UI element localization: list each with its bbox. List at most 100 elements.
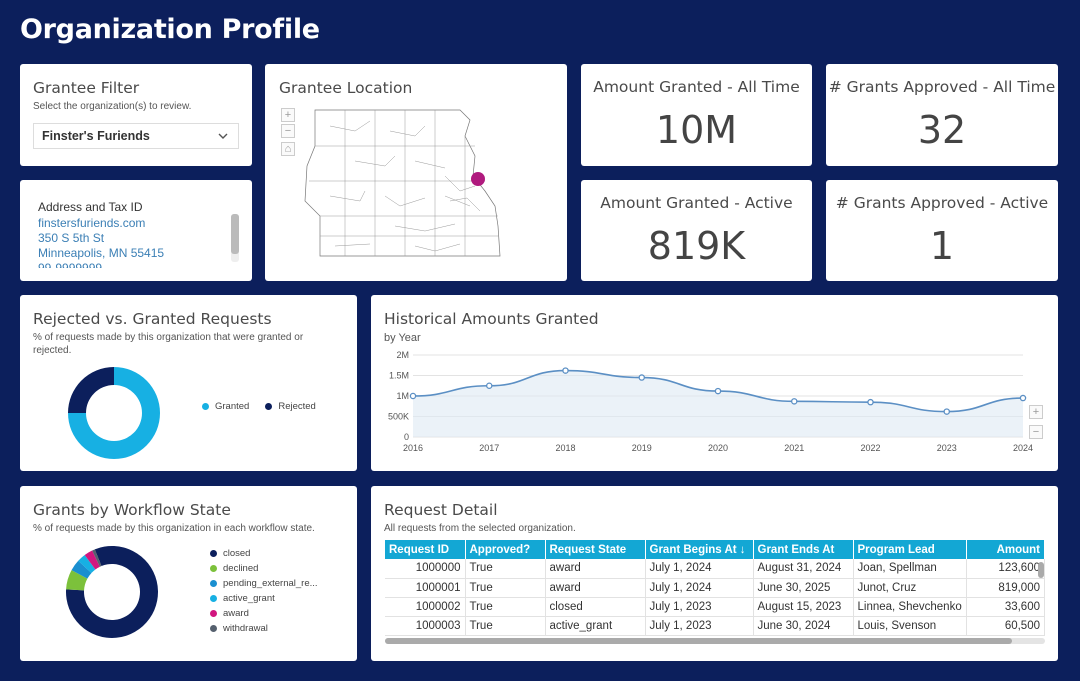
chart-zoom-out-button[interactable]: − [1029,425,1043,439]
table-horizontal-scrollbar[interactable] [385,637,1045,644]
column-header-amount[interactable]: Amount [966,540,1046,559]
chart-zoom-in-button[interactable]: + [1029,405,1043,419]
legend-pending-external-swatch [210,580,217,587]
cell-grant-ends: August 31, 2024 [753,559,854,579]
workflow-card: Grants by Workflow State % of requests m… [20,486,357,661]
table-vertical-scrollbar[interactable] [1038,562,1044,578]
cell-request-state: award [545,559,646,579]
kpi-grants-active-value: 1 [929,224,955,268]
legend-award-swatch [210,610,217,617]
legend-closed[interactable]: closed [210,548,318,559]
grantee-filter-card: Grantee Filter Select the organization(s… [20,64,252,166]
data-point[interactable] [790,398,798,405]
cell-request-state: award [545,578,646,598]
rejected-granted-card: Rejected vs. Granted Requests % of reque… [20,295,357,471]
cell-program-lead: Junot, Cruz [853,578,967,598]
map-minnesota[interactable] [295,106,535,266]
data-point[interactable] [409,392,417,400]
request-table-wrapper: Request ID Approved? Request State Grant… [385,540,1046,644]
y-tick-label: 1M [396,391,409,401]
y-tick-label: 1.5M [389,371,409,381]
workflow-donut[interactable] [62,542,162,642]
workflow-subtitle: % of requests made by this organization … [33,523,315,534]
cell-grant-begins: July 1, 2023 [645,616,754,636]
cell-request-id: 1000000 [385,559,466,579]
kpi-amount-active-value: 819K [647,224,746,268]
pie-slice-rejected[interactable] [68,367,114,413]
legend-rejected[interactable]: Rejected [265,401,316,412]
data-point[interactable] [943,408,951,415]
data-point[interactable] [714,387,722,395]
data-point[interactable] [1019,394,1027,402]
kpi-amount-active-card: Amount Granted - Active 819K [581,180,812,281]
zoom-in-button[interactable]: + [281,108,295,122]
line-area-fill [413,370,1023,437]
x-tick-label: 2017 [479,443,499,453]
legend-granted[interactable]: Granted [202,401,249,412]
zoom-out-button[interactable]: − [281,124,295,138]
column-header-request-state[interactable]: Request State [545,540,646,559]
legend-declined[interactable]: declined [210,563,318,574]
rejected-granted-title: Rejected vs. Granted Requests [33,310,272,328]
column-header-grant-begins[interactable]: Grant Begins At ↓ [645,540,754,559]
address-card: Address and Tax ID finstersfuriends.com … [20,180,252,281]
grantee-location-card: Grantee Location + − ⌂ [265,64,567,281]
cell-approved: True [465,559,546,579]
legend-active-grant-swatch [210,595,217,602]
kpi-grants-all-card: # Grants Approved - All Time 32 [826,64,1058,166]
legend-active-grant[interactable]: active_grant [210,593,318,604]
rejected-granted-donut[interactable] [64,363,164,463]
grantee-select[interactable]: Finster's Furiends [33,123,239,149]
data-point[interactable] [638,374,645,381]
y-tick-label: 500K [388,412,409,422]
column-header-request-id[interactable]: Request ID [385,540,466,559]
cell-grant-begins: July 1, 2024 [645,578,754,598]
table-header-row: Request ID Approved? Request State Grant… [385,540,1046,559]
address-scrollbar[interactable] [231,214,239,262]
cell-approved: True [465,578,546,598]
column-header-grant-ends[interactable]: Grant Ends At [753,540,854,559]
legend-rejected-swatch [265,403,273,410]
legend-withdrawal[interactable]: withdrawal [210,623,318,634]
historical-title: Historical Amounts Granted [384,310,599,328]
x-tick-label: 2024 [1013,443,1033,453]
table-row[interactable]: 1000002 True closed July 1, 2023 August … [385,597,1046,617]
request-detail-card: Request Detail All requests from the sel… [371,486,1058,661]
website-link[interactable]: finstersfuriends.com [38,216,234,231]
x-tick-label: 2021 [784,443,804,453]
historical-line-chart[interactable]: 0 500K 1M 1.5M 2M 2016 2017 2018 2019 2020 2021 202… [383,345,1033,465]
historical-subtitle: by Year [384,332,421,344]
legend-pending-external[interactable]: pending_external_re... [210,578,318,589]
y-tick-label: 0 [404,432,409,442]
table-row[interactable]: 1000000 True award July 1, 2024 August 3… [385,559,1046,579]
cell-amount: 33,600 [966,597,1046,617]
cell-grant-ends: June 30, 2025 [753,578,854,598]
cell-program-lead: Joan, Spellman [853,559,967,579]
cell-request-id: 1000003 [385,616,466,636]
x-tick-label: 2020 [708,443,728,453]
cell-grant-begins: July 1, 2023 [645,597,754,617]
legend-withdrawal-swatch [210,625,217,632]
rejected-granted-subtitle: % of requests made by this organization … [33,332,304,356]
table-row[interactable]: 1000001 True award July 1, 2024 June 30,… [385,578,1046,598]
x-tick-label: 2022 [860,443,880,453]
workflow-title: Grants by Workflow State [33,501,231,519]
x-tick-label: 2019 [632,443,652,453]
cell-grant-ends: June 30, 2024 [753,616,854,636]
cell-approved: True [465,616,546,636]
cell-amount: 123,600 [966,559,1046,579]
map-home-icon[interactable]: ⌂ [281,142,295,156]
column-header-program-lead[interactable]: Program Lead [853,540,967,559]
column-header-approved[interactable]: Approved? [465,540,546,559]
legend-award[interactable]: award [210,608,318,619]
chevron-down-icon [218,129,228,143]
data-point[interactable] [867,398,874,406]
cell-program-lead: Louis, Svenson [853,616,967,636]
cell-request-id: 1000001 [385,578,466,598]
table-row[interactable]: 1000003 True active_grant July 1, 2023 J… [385,616,1046,636]
data-point[interactable] [486,382,493,390]
cell-request-state: closed [545,597,646,617]
kpi-amount-all-title: Amount Granted - All Time [593,78,800,96]
data-point[interactable] [562,367,569,374]
kpi-grants-active-card: # Grants Approved - Active 1 [826,180,1058,281]
